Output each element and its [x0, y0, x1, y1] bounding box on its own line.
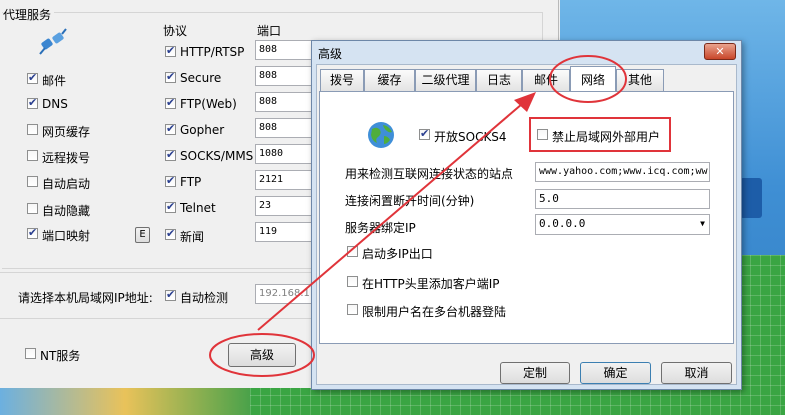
- mail-checkbox[interactable]: [27, 71, 38, 84]
- dns-label: DNS: [42, 97, 68, 111]
- auto-start-checkbox[interactable]: [27, 176, 38, 187]
- socks-mms-checkbox[interactable]: [165, 148, 176, 161]
- news-label: 新闻: [180, 230, 205, 244]
- tab-secondary-proxy[interactable]: 二级代理: [415, 69, 476, 91]
- tab-mail[interactable]: 邮件: [522, 69, 570, 91]
- remote-dial-label: 远程拨号: [42, 151, 91, 165]
- chevron-down-icon[interactable]: ▼: [700, 215, 705, 233]
- globe-icon: [366, 120, 396, 150]
- separator-2: [0, 318, 312, 319]
- secure-checkbox[interactable]: [165, 70, 176, 83]
- gopher-label: Gopher: [180, 123, 225, 137]
- block-lan-external-checkbox[interactable]: [537, 129, 548, 140]
- news-port[interactable]: 119: [255, 222, 312, 242]
- ok-button[interactable]: 确定: [580, 362, 651, 384]
- port-mapping-edit-button[interactable]: E: [135, 227, 150, 243]
- lan-ip-label: 请选择本机局域网IP地址:: [18, 291, 153, 305]
- ftp-web-port[interactable]: 808: [255, 92, 312, 112]
- group-title: 代理服务: [3, 6, 55, 23]
- auto-start-label: 自动启动: [42, 177, 91, 191]
- port-mapping-label: 端口映射: [42, 229, 91, 243]
- multi-ip-checkbox[interactable]: [347, 246, 358, 257]
- web-cache-checkbox[interactable]: [27, 124, 38, 135]
- enable-socks4-label: 开放SOCKS4: [434, 130, 507, 144]
- gopher-checkbox[interactable]: [165, 122, 176, 135]
- plug-icon: [38, 28, 68, 56]
- advanced-button[interactable]: 高级: [228, 343, 296, 367]
- auto-hide-checkbox[interactable]: [27, 203, 38, 214]
- remote-dial-checkbox[interactable]: [27, 150, 38, 161]
- dialog-close-button[interactable]: ✕: [704, 43, 736, 60]
- port-header: 端口: [257, 24, 282, 38]
- dns-checkbox[interactable]: [27, 96, 38, 109]
- nt-service-label: NT服务: [40, 349, 81, 363]
- tab-network[interactable]: 网络: [570, 66, 616, 92]
- ftp-port[interactable]: 2121: [255, 170, 312, 190]
- http-rtsp-label: HTTP/RTSP: [180, 45, 245, 59]
- cancel-button[interactable]: 取消: [661, 362, 732, 384]
- detect-site-input[interactable]: www.yahoo.com;www.icq.com;ww: [535, 162, 710, 182]
- idle-disconnect-label: 连接闲置断开时间(分钟): [345, 194, 475, 208]
- block-lan-external-label: 禁止局域网外部用户: [552, 130, 661, 144]
- auto-hide-label: 自动隐藏: [42, 204, 91, 218]
- ftp-label: FTP: [180, 175, 202, 189]
- protocol-header: 协议: [163, 24, 188, 38]
- tab-cache[interactable]: 缓存: [364, 69, 415, 91]
- bind-ip-label: 服务器绑定IP: [345, 221, 416, 235]
- web-cache-label: 网页缓存: [42, 125, 91, 139]
- ftp-web-label: FTP(Web): [180, 97, 237, 111]
- auto-detect-checkbox[interactable]: [165, 288, 176, 301]
- multi-ip-label: 启动多IP出口: [362, 247, 433, 261]
- close-icon: ✕: [715, 45, 725, 58]
- bind-ip-value: 0.0.0.0: [539, 217, 586, 230]
- tab-other[interactable]: 其他: [616, 69, 664, 91]
- nt-service-checkbox[interactable]: [25, 348, 36, 359]
- limit-user-checkbox[interactable]: [347, 304, 358, 315]
- ip-address-field[interactable]: 192.168.1: [255, 284, 312, 304]
- add-client-ip-label: 在HTTP头里添加客户端IP: [362, 277, 500, 291]
- secure-port[interactable]: 808: [255, 66, 312, 86]
- detect-site-label: 用来检测互联网连接状态的站点: [345, 167, 514, 181]
- socks-mms-label: SOCKS/MMS: [180, 149, 254, 163]
- customize-button[interactable]: 定制: [500, 362, 570, 384]
- bind-ip-select[interactable]: 0.0.0.0 ▼: [535, 214, 710, 235]
- tab-dial[interactable]: 拨号: [320, 69, 364, 91]
- http-rtsp-port[interactable]: 808: [255, 40, 312, 60]
- ftp-web-checkbox[interactable]: [165, 96, 176, 109]
- idle-disconnect-input[interactable]: 5.0: [535, 189, 710, 209]
- ftp-checkbox[interactable]: [165, 174, 176, 187]
- http-rtsp-checkbox[interactable]: [165, 44, 176, 57]
- gopher-port[interactable]: 808: [255, 118, 312, 138]
- auto-detect-label: 自动检测: [180, 291, 229, 305]
- limit-user-label: 限制用户名在多台机器登陆: [362, 305, 507, 319]
- dialog-title: 高级: [318, 47, 343, 61]
- taskbar-thumbnail[interactable]: [0, 388, 250, 415]
- port-mapping-checkbox[interactable]: [27, 226, 38, 239]
- socks-mms-port[interactable]: 1080: [255, 144, 312, 164]
- separator: [0, 272, 312, 273]
- telnet-label: Telnet: [180, 201, 216, 215]
- secure-label: Secure: [180, 71, 222, 85]
- telnet-port[interactable]: 23: [255, 196, 312, 216]
- mail-label: 邮件: [42, 74, 67, 88]
- enable-socks4-checkbox[interactable]: [419, 127, 430, 140]
- add-client-ip-checkbox[interactable]: [347, 276, 358, 287]
- telnet-checkbox[interactable]: [165, 200, 176, 213]
- tab-log[interactable]: 日志: [476, 69, 522, 91]
- desktop-icon[interactable]: [740, 178, 762, 218]
- news-checkbox[interactable]: [165, 227, 176, 240]
